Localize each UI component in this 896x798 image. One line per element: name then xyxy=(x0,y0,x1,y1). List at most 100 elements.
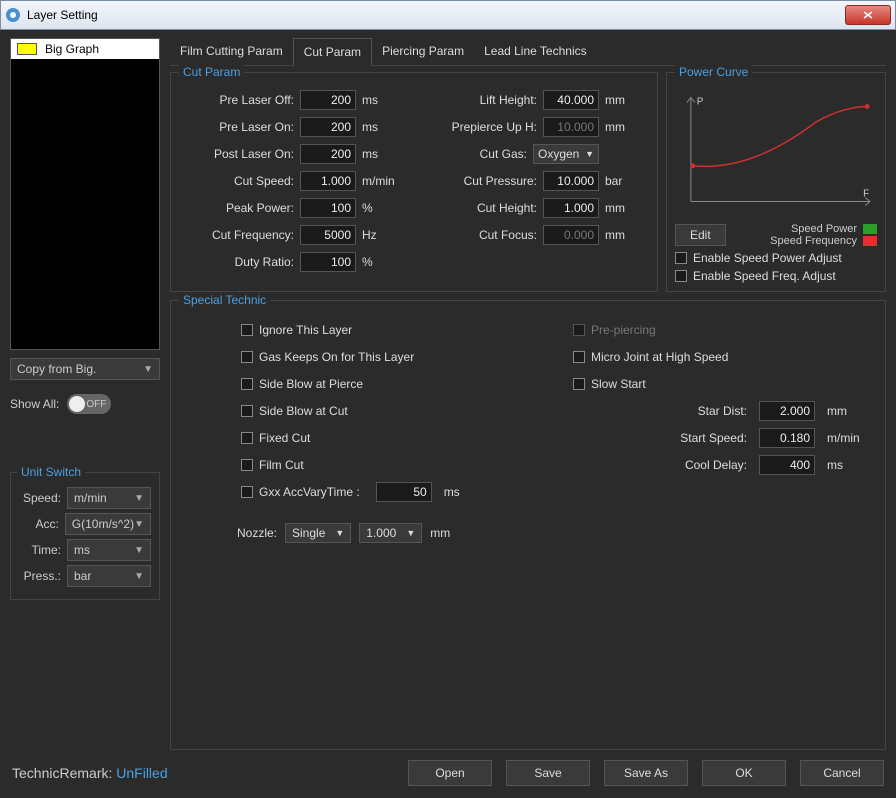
ok-button[interactable]: OK xyxy=(702,760,786,786)
speed-power-legend: Speed Power xyxy=(791,223,857,235)
special-technic-group: Special Technic Ignore This Layer Gas Ke… xyxy=(170,300,886,750)
speed-unit-label: Speed: xyxy=(19,491,61,505)
chevron-down-icon: ▼ xyxy=(134,571,144,582)
chevron-down-icon: ▼ xyxy=(585,149,594,159)
unit: ms xyxy=(444,485,460,499)
enable-speed-power-checkbox[interactable] xyxy=(675,252,687,264)
chevron-down-icon: ▼ xyxy=(143,364,153,375)
show-all-row: Show All: OFF xyxy=(10,394,160,414)
gxx-accvarytime-checkbox[interactable] xyxy=(241,486,253,498)
tab-bar: Film Cutting Param Cut Param Piercing Pa… xyxy=(170,38,886,66)
peak-power-input[interactable]: 100 xyxy=(300,198,356,218)
show-all-toggle[interactable]: OFF xyxy=(67,394,111,414)
press-unit-value: bar xyxy=(74,569,91,583)
close-icon xyxy=(863,11,873,19)
gxx-accvarytime-input[interactable]: 50 xyxy=(376,482,432,502)
window-title: Layer Setting xyxy=(27,8,845,22)
chevron-down-icon: ▼ xyxy=(134,519,144,530)
slow-start-label: Slow Start xyxy=(591,377,646,391)
micro-joint-label: Micro Joint at High Speed xyxy=(591,350,728,364)
toggle-state: OFF xyxy=(86,399,106,410)
prepierce-up-h-input: 10.000 xyxy=(543,117,599,137)
acc-unit-value: G(10m/s^2) xyxy=(72,517,134,531)
special-technic-legend: Special Technic xyxy=(179,293,270,307)
cut-param-group: Cut Param Pre Laser Off:200ms Pre Laser … xyxy=(170,72,658,292)
tab-film-cutting[interactable]: Film Cutting Param xyxy=(170,38,293,65)
nozzle-type-value: Single xyxy=(292,526,325,540)
peak-power-label: Peak Power: xyxy=(181,201,294,215)
nozzle-size-dropdown[interactable]: 1.000▼ xyxy=(359,523,422,543)
cut-frequency-input[interactable]: 5000 xyxy=(300,225,356,245)
cool-delay-input[interactable]: 400 xyxy=(759,455,815,475)
cut-focus-label: Cut Focus: xyxy=(424,228,537,242)
time-unit-value: ms xyxy=(74,543,90,557)
tab-lead-line[interactable]: Lead Line Technics xyxy=(474,38,597,65)
open-button[interactable]: Open xyxy=(408,760,492,786)
unit: mm xyxy=(430,526,450,540)
tab-piercing[interactable]: Piercing Param xyxy=(372,38,474,65)
acc-unit-dropdown[interactable]: G(10m/s^2)▼ xyxy=(65,513,151,535)
unit: ms xyxy=(362,147,404,161)
speed-unit-dropdown[interactable]: m/min▼ xyxy=(67,487,151,509)
pre-laser-on-input[interactable]: 200 xyxy=(300,117,356,137)
side-blow-pierce-checkbox[interactable] xyxy=(241,378,253,390)
pre-laser-off-input[interactable]: 200 xyxy=(300,90,356,110)
gxx-accvarytime-label: Gxx AccVaryTime : xyxy=(259,485,360,499)
save-as-button[interactable]: Save As xyxy=(604,760,688,786)
cut-height-input[interactable]: 1.000 xyxy=(543,198,599,218)
start-speed-input[interactable]: 0.180 xyxy=(759,428,815,448)
fixed-cut-checkbox[interactable] xyxy=(241,432,253,444)
cut-height-label: Cut Height: xyxy=(424,201,537,215)
press-unit-dropdown[interactable]: bar ▼ xyxy=(67,565,151,587)
cut-focus-input: 0.000 xyxy=(543,225,599,245)
cut-pressure-input[interactable]: 10.000 xyxy=(543,171,599,191)
acc-unit-label: Acc: xyxy=(19,517,59,531)
enable-speed-freq-label: Enable Speed Freq. Adjust xyxy=(693,269,836,283)
unit: mm xyxy=(605,228,647,242)
prepierce-up-h-label: Prepierce Up H: xyxy=(424,120,537,134)
enable-speed-freq-checkbox[interactable] xyxy=(675,270,687,282)
unit: mm xyxy=(605,120,647,134)
main-panel: Film Cutting Param Cut Param Piercing Pa… xyxy=(170,38,886,750)
unit: ms xyxy=(362,120,404,134)
time-unit-dropdown[interactable]: ms▼ xyxy=(67,539,151,561)
unit: m/min xyxy=(827,431,875,445)
micro-joint-checkbox[interactable] xyxy=(573,351,585,363)
cut-speed-input[interactable]: 1.000 xyxy=(300,171,356,191)
power-curve-group: Power Curve P F xyxy=(666,72,886,292)
film-cut-checkbox[interactable] xyxy=(241,459,253,471)
film-cut-label: Film Cut xyxy=(259,458,304,472)
copy-from-dropdown[interactable]: Copy from Big. ▼ xyxy=(10,358,160,380)
ignore-layer-checkbox[interactable] xyxy=(241,324,253,336)
layer-item[interactable]: Big Graph xyxy=(11,39,159,59)
cut-gas-dropdown[interactable]: Oxygen▼ xyxy=(533,144,599,164)
unit: ms xyxy=(827,458,875,472)
side-blow-cut-checkbox[interactable] xyxy=(241,405,253,417)
layer-list[interactable]: Big Graph xyxy=(10,38,160,350)
cancel-button[interactable]: Cancel xyxy=(800,760,884,786)
chevron-down-icon: ▼ xyxy=(335,528,344,538)
cut-frequency-label: Cut Frequency: xyxy=(181,228,294,242)
post-laser-on-input[interactable]: 200 xyxy=(300,144,356,164)
pre-piercing-checkbox xyxy=(573,324,585,336)
power-curve-legend: Power Curve xyxy=(675,65,752,79)
toggle-knob xyxy=(69,396,85,412)
nozzle-type-dropdown[interactable]: Single ▼ xyxy=(285,523,351,543)
slow-start-checkbox[interactable] xyxy=(573,378,585,390)
lift-height-input[interactable]: 40.000 xyxy=(543,90,599,110)
footer: TechnicRemark: UnFilled Open Save Save A… xyxy=(10,750,886,788)
save-button[interactable]: Save xyxy=(506,760,590,786)
layer-name: Big Graph xyxy=(45,42,99,56)
star-dist-label: Star Dist: xyxy=(573,404,747,418)
tab-cut-param[interactable]: Cut Param xyxy=(293,38,372,66)
window-close-button[interactable] xyxy=(845,5,891,25)
gas-keeps-checkbox[interactable] xyxy=(241,351,253,363)
unit: % xyxy=(362,201,404,215)
duty-ratio-input[interactable]: 100 xyxy=(300,252,356,272)
axis-x-label: F xyxy=(863,189,869,200)
edit-curve-button[interactable]: Edit xyxy=(675,224,726,246)
window-titlebar: Layer Setting xyxy=(0,0,896,30)
pre-piercing-label: Pre-piercing xyxy=(591,323,656,337)
star-dist-input[interactable]: 2.000 xyxy=(759,401,815,421)
start-speed-label: Start Speed: xyxy=(573,431,747,445)
